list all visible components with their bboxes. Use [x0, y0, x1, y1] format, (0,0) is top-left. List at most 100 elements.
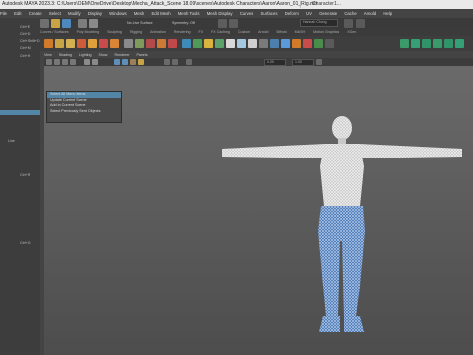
selected-menu-item[interactable]	[0, 110, 40, 115]
menu-help[interactable]: Help	[383, 11, 392, 16]
lights-icon[interactable]	[138, 59, 144, 65]
shelf-tab[interactable]: Poly Modeling	[77, 30, 100, 34]
render-icon[interactable]	[218, 19, 227, 28]
shelf-tab[interactable]: Motion Graphics	[313, 30, 339, 34]
morph-icon[interactable]	[325, 39, 334, 48]
shelf-tab[interactable]: MASH	[295, 30, 305, 34]
shelf-tab[interactable]: Rendering	[174, 30, 191, 34]
blendshape-icon[interactable]	[182, 39, 191, 48]
user-account-field[interactable]: Hannah Chong	[300, 19, 338, 27]
shelf-tab[interactable]: Rigging	[130, 30, 142, 34]
channel-box-icon[interactable]	[400, 39, 409, 48]
textured-icon[interactable]	[130, 59, 136, 65]
menu-deform[interactable]: Deform	[285, 11, 299, 16]
shelf-tab[interactable]: Bifrost	[276, 30, 286, 34]
shelf-tab[interactable]: FX	[199, 30, 204, 34]
symmetry-label[interactable]: Symmetry: Off	[172, 21, 195, 25]
smooth-shade-icon[interactable]	[122, 59, 128, 65]
color-management-icon[interactable]	[316, 59, 322, 65]
menu-uv[interactable]: UV	[306, 11, 312, 16]
joint-tool-icon[interactable]	[55, 39, 64, 48]
texture-deformer-icon[interactable]	[259, 39, 268, 48]
outliner-icon[interactable]	[422, 39, 431, 48]
camera-attributes-icon[interactable]	[54, 59, 60, 65]
menu-display[interactable]: Display	[88, 11, 102, 16]
paint-weights-icon[interactable]	[77, 39, 86, 48]
shelf-tab[interactable]: Curves / Surfaces	[40, 30, 69, 34]
soft-mod-icon[interactable]	[237, 39, 246, 48]
ik-handle-icon[interactable]	[44, 39, 53, 48]
menu-select[interactable]: Select	[49, 11, 61, 16]
hik-icon[interactable]	[157, 39, 166, 48]
live-surface-label[interactable]: No Live Surface	[127, 21, 153, 25]
cluster-icon[interactable]	[88, 39, 97, 48]
xray-icon[interactable]	[164, 59, 170, 65]
sculpt-icon[interactable]	[226, 39, 235, 48]
hud-icon[interactable]	[186, 59, 192, 65]
wrap-icon[interactable]	[193, 39, 202, 48]
menu-create[interactable]: Create	[29, 11, 42, 16]
shelf-tab[interactable]: FX Caching	[211, 30, 230, 34]
menu-curves[interactable]: Curves	[240, 11, 254, 16]
cmuscle-icon[interactable]	[303, 39, 312, 48]
menu-cache[interactable]: Cache	[344, 11, 356, 16]
select-hierarchy-icon[interactable]	[78, 19, 87, 28]
menu-mesh[interactable]: Mesh	[134, 11, 145, 16]
menu-generate[interactable]: Generate	[319, 11, 337, 16]
camera-select-icon[interactable]	[46, 59, 52, 65]
menu-modify[interactable]: Modify	[68, 11, 81, 16]
orient-joint-icon[interactable]	[146, 39, 155, 48]
save-scene-icon[interactable]	[62, 19, 71, 28]
film-gate-icon[interactable]	[92, 59, 98, 65]
viewport-menu-shading[interactable]: Shading	[59, 53, 72, 57]
proximity-wrap-icon[interactable]	[292, 39, 301, 48]
bookmark-icon[interactable]	[62, 59, 68, 65]
graph-editor-icon[interactable]	[433, 39, 442, 48]
menu-surfaces[interactable]: Surfaces	[261, 11, 278, 16]
menu-windows[interactable]: Windows	[109, 11, 126, 16]
attribute-editor-icon[interactable]	[356, 19, 365, 28]
modeling-toolkit-icon[interactable]	[344, 19, 353, 28]
viewport-menu-view[interactable]: View	[44, 53, 52, 57]
menu-mesh-tools[interactable]: Mesh Tools	[178, 11, 200, 16]
ipr-render-icon[interactable]	[229, 19, 238, 28]
bind-skin-icon[interactable]	[66, 39, 75, 48]
lattice-icon[interactable]	[99, 39, 108, 48]
viewport-menu-show[interactable]: Show	[99, 53, 108, 57]
wire-icon[interactable]	[204, 39, 213, 48]
shelf-tab[interactable]: Sculpting	[107, 30, 122, 34]
wireframe-icon[interactable]	[114, 59, 120, 65]
snap-grid-icon[interactable]	[89, 19, 98, 28]
exposure-field[interactable]: 0.00	[264, 59, 286, 66]
rig-icon[interactable]	[168, 39, 177, 48]
context-menu-item-select-previous[interactable]: Select Previously Sent Objects	[47, 109, 121, 115]
viewport-menu-panels[interactable]: Panels	[137, 53, 148, 57]
node-editor-icon[interactable]	[455, 39, 464, 48]
menu-file[interactable]: File	[0, 11, 7, 16]
curve-icon[interactable]	[135, 39, 144, 48]
shelf-tab[interactable]: XGen	[347, 30, 356, 34]
menu-edit-mesh[interactable]: Edit Mesh	[152, 11, 171, 16]
shape-editor-icon[interactable]	[281, 39, 290, 48]
constraint-icon[interactable]	[110, 39, 119, 48]
gamma-field[interactable]: 1.00	[292, 59, 314, 66]
shelf-tab[interactable]: Arnold	[258, 30, 268, 34]
menu-mesh-display[interactable]: Mesh Display	[207, 11, 233, 16]
menu-arnold[interactable]: Arnold	[364, 11, 376, 16]
pose-editor-icon[interactable]	[270, 39, 279, 48]
image-plane-icon[interactable]	[70, 59, 76, 65]
layer-editor-icon[interactable]	[411, 39, 420, 48]
viewport-menu-renderer[interactable]: Renderer	[115, 53, 130, 57]
menu-edit[interactable]: Edit	[14, 11, 21, 16]
locator-icon[interactable]	[124, 39, 133, 48]
grid-icon[interactable]	[84, 59, 90, 65]
solidify-icon[interactable]	[314, 39, 323, 48]
hypershade-icon[interactable]	[444, 39, 453, 48]
character-body[interactable]	[222, 116, 462, 332]
shelf-tab[interactable]: Custom	[238, 30, 250, 34]
viewport-menu-lighting[interactable]: Lighting	[79, 53, 92, 57]
delta-mush-icon[interactable]	[248, 39, 257, 48]
isolate-select-icon[interactable]	[172, 59, 178, 65]
shelf-tab[interactable]: Animation	[150, 30, 166, 34]
new-scene-icon[interactable]	[40, 19, 49, 28]
